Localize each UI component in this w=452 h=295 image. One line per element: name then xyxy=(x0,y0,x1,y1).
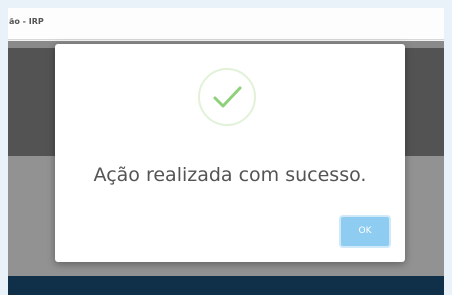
window-title: ão - IRP xyxy=(8,8,444,40)
dialog-message: Ação realizada com sucesso. xyxy=(93,164,367,186)
success-check-icon xyxy=(198,68,256,126)
ok-button[interactable]: OK xyxy=(339,215,391,248)
success-dialog: Ação realizada com sucesso. OK xyxy=(55,44,405,262)
